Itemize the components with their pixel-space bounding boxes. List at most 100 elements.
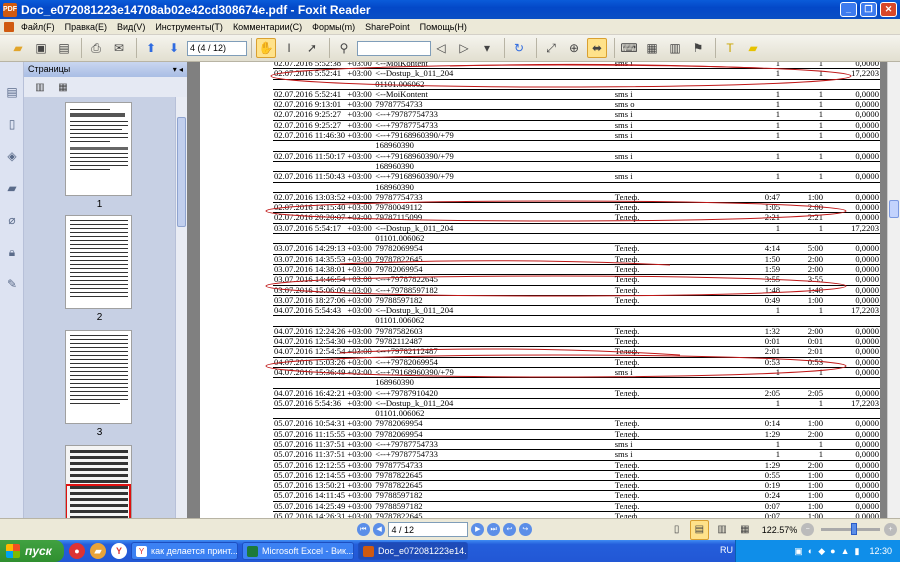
minimize-button[interactable]: _ [840,2,857,17]
task-browser[interactable]: Yкак делается принт... [131,542,238,560]
search-input[interactable] [357,40,431,56]
form-fields-icon[interactable]: ▥ [665,38,685,58]
battery-icon[interactable]: ▮ [855,546,860,557]
start-button[interactable]: пуск [0,540,64,562]
find-prev-icon[interactable]: ◁ [431,38,451,58]
stamp-icon[interactable]: ⚑ [688,38,708,58]
page-thumbnail-2[interactable] [65,215,132,309]
zoom-icon[interactable]: ⊕ [564,38,584,58]
menu-view[interactable]: Вид(V) [112,22,150,32]
menu-edit[interactable]: Правка(E) [60,22,112,32]
app-menu-icon[interactable] [4,21,14,32]
zoom-in-icon[interactable]: + [884,523,897,536]
log-duration: 1 [738,367,782,379]
layers-icon[interactable]: ◈ [4,148,20,164]
volume-icon[interactable]: ◐ [808,546,813,556]
zoom-out-icon[interactable]: − [801,523,815,536]
log-number: 79787754733 [374,99,614,111]
select-arrow-icon[interactable]: ➚ [302,38,322,58]
log-row: 03.07.2016 14:29:13 +03:00 79782069954 Теле… [273,244,880,255]
zoom-level[interactable]: 122.57% [762,525,798,535]
log-duration: 1 [738,171,782,183]
save-icon[interactable]: ▣ [31,38,51,58]
thumbnail-scrollbar[interactable] [175,97,187,518]
chrome-icon[interactable]: ● [69,543,85,559]
close-button[interactable]: ✕ [880,2,897,17]
form-icon[interactable]: ▦ [642,38,662,58]
menu-forms[interactable]: Формы(m) [307,22,360,32]
log-datetime: 04.07.2016 12:54:30 [273,336,347,348]
find-options-icon[interactable]: ▾ [477,38,497,58]
menu-file[interactable]: Файл(F) [16,22,60,32]
attachments-icon[interactable]: ⌀ [4,212,20,228]
facing-icon[interactable]: ▥ [712,520,732,540]
log-timezone: +03:00 [346,388,375,399]
open-icon[interactable]: ▰ [8,38,28,58]
prev-page-icon[interactable]: ◀ [372,523,386,536]
task-excel[interactable]: Microsoft Excel - Вик... [242,542,354,560]
antivirus-icon[interactable]: ● [830,546,835,556]
pages-panel-icon[interactable]: ▤ [4,84,20,100]
zoom-slider[interactable] [821,523,881,535]
fit-page-icon[interactable]: ⤢ [541,38,561,58]
yandex-icon[interactable]: Y [111,543,127,559]
folder-icon[interactable]: ▰ [90,543,106,559]
last-page-icon[interactable]: ⏭ [487,523,501,536]
rotate-icon[interactable]: ↻ [509,38,529,58]
log-cost: 0,0000 [824,501,880,513]
bookmarks-icon[interactable]: ▯ [4,116,20,132]
menu-comments[interactable]: Комментарии(C) [228,22,307,32]
zoom-slider-handle[interactable] [851,523,858,535]
security-icon[interactable]: 🔒︎ [4,244,20,260]
signature-icon[interactable]: ✎ [4,276,20,292]
find-next-icon[interactable]: ▷ [454,38,474,58]
menu-help[interactable]: Помощь(H) [415,22,472,32]
task-foxit[interactable]: Doc_e072081223e14... [358,542,468,560]
find-icon[interactable]: ⚲ [334,38,354,58]
log-timezone: +03:00 [346,398,375,410]
panel-collapse-icon[interactable]: ▾ ◂ [173,62,183,77]
next-page-icon[interactable]: ⬇ [164,38,184,58]
log-billed: 3:55 [781,274,824,286]
forward-icon[interactable]: ↪ [518,523,532,536]
status-page-input[interactable] [388,522,469,537]
hand-tool-icon[interactable]: ✋ [256,38,276,58]
update-icon[interactable]: ▲ [841,546,850,556]
page-number-input[interactable] [187,40,247,56]
continuous-icon[interactable]: ▤ [689,519,710,540]
page-thumbnail-1[interactable] [65,102,132,196]
menu-sharepoint[interactable]: SharePoint [360,22,415,32]
fit-width-icon[interactable]: ⬌ [587,38,607,58]
page-options-icon[interactable]: ▥ [30,77,50,97]
log-datetime: 02.07.2016 11:46:30 [273,130,347,142]
prev-page-icon[interactable]: ⬆ [141,38,161,58]
network-icon[interactable]: ▣ [794,546,803,557]
log-datetime: 02.07.2016 9:25:27 [273,120,347,132]
back-icon[interactable]: ↩ [503,523,516,536]
single-page-icon[interactable]: ▯ [667,520,687,540]
scroll-thumb[interactable] [177,117,186,227]
page-thumbnail-3[interactable] [65,330,132,424]
next-page-icon[interactable]: ▶ [471,523,485,536]
thumbnail-size-icon[interactable]: ▦ [53,77,73,97]
comment-icon[interactable]: ▰ [743,38,763,58]
email-icon[interactable]: ✉ [109,38,129,58]
select-text-icon[interactable]: I [279,38,299,58]
log-duration: 1 [738,99,782,111]
shield-icon[interactable]: ◆ [818,546,825,557]
page-thumbnail-4[interactable] [65,445,132,518]
continuous-facing-icon[interactable]: ▦ [735,520,755,540]
comments-panel-icon[interactable]: ▰ [4,180,20,196]
log-spacer [682,233,739,245]
language-indicator[interactable]: RU [720,545,733,555]
scroll-thumb[interactable] [889,200,899,218]
log-billed [781,408,824,420]
save-as-icon[interactable]: ▤ [54,38,74,58]
menu-tools[interactable]: Инструменты(T) [150,22,228,32]
document-scrollbar[interactable] [887,62,900,518]
maximize-button[interactable]: ❐ [860,2,877,17]
text-note-icon[interactable]: T [720,38,740,58]
first-page-icon[interactable]: ⏮ [356,523,370,536]
typewriter-icon[interactable]: ⌨ [619,38,639,58]
print-icon[interactable]: ⎙ [86,38,106,58]
